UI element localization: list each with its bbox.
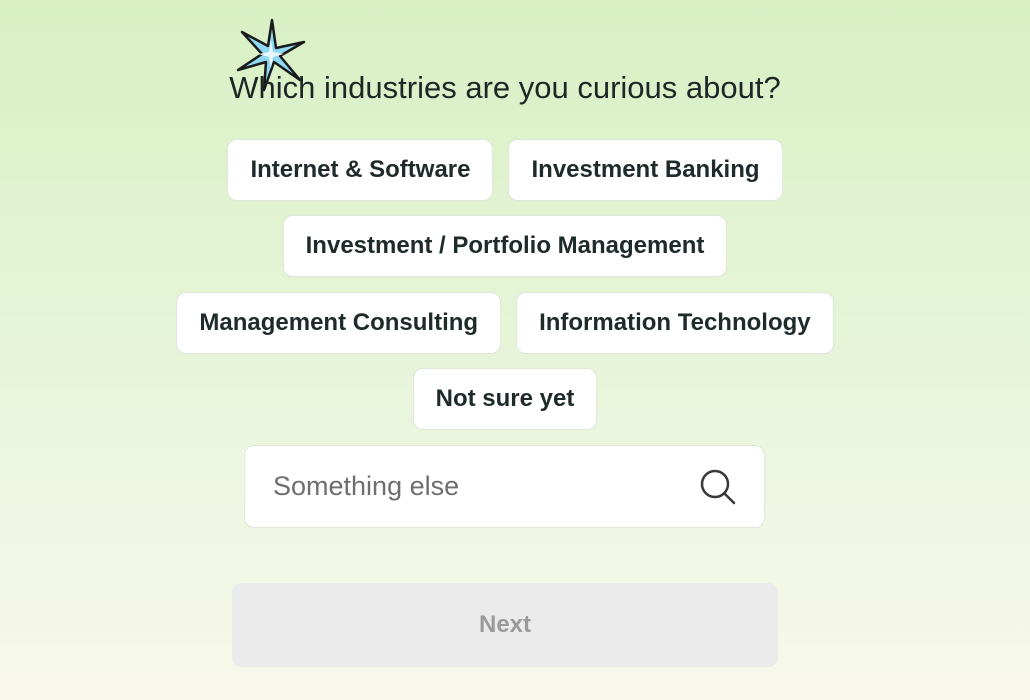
something-else-input[interactable] (273, 471, 698, 502)
next-button[interactable]: Next (232, 583, 778, 667)
options-row-4: Not sure yet (0, 368, 1010, 430)
option-investment-portfolio-management[interactable]: Investment / Portfolio Management (282, 215, 728, 277)
options-row-3: Management Consulting Information Techno… (0, 292, 1010, 354)
option-investment-banking[interactable]: Investment Banking (508, 139, 783, 201)
option-management-consulting[interactable]: Management Consulting (176, 292, 502, 354)
option-internet-software[interactable]: Internet & Software (227, 139, 494, 201)
search-icon[interactable] (698, 467, 738, 507)
option-not-sure-yet[interactable]: Not sure yet (412, 368, 598, 430)
question-heading: Which industries are you curious about? (229, 70, 781, 105)
something-else-search (244, 445, 765, 528)
option-information-technology[interactable]: Information Technology (516, 292, 834, 354)
options-row-2: Investment / Portfolio Management (0, 215, 1010, 277)
options-row-1: Internet & Software Investment Banking (0, 139, 1010, 201)
partial-top-graphic (478, 0, 558, 4)
